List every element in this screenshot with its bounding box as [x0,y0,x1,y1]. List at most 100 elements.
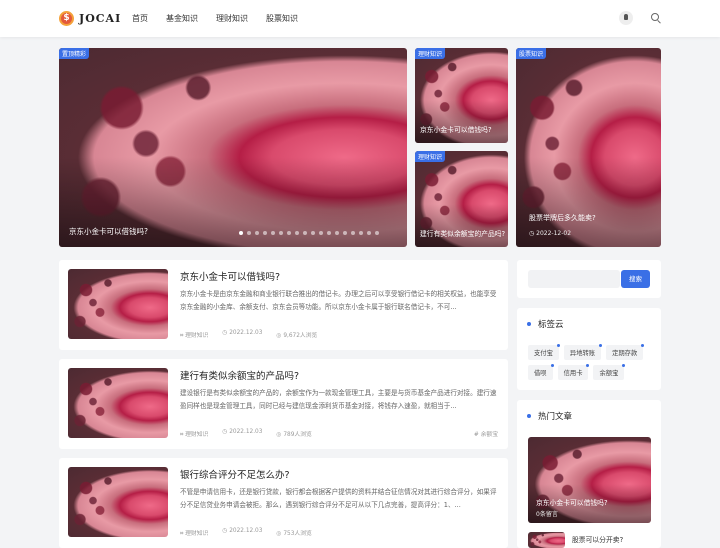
nav-item-finance[interactable]: 理财知识 [216,13,248,24]
slider-dot[interactable] [335,231,339,235]
slider-dot[interactable] [327,231,331,235]
post-excerpt: 京东小金卡是由京东金融和商业银行联合推出的借记卡。办理之后可以享受银行借记卡的相… [180,290,497,311]
hero-main-tag[interactable]: 置顶精彩 [59,48,90,59]
slider-dot[interactable] [351,231,355,235]
hero-right[interactable]: 股票知识 股票举牌后多久能卖? ◷ 2022-12-02 [516,48,661,247]
hero-right-title[interactable]: 股票举牌后多久能卖? [529,213,596,223]
hero-right-date: ◷ 2022-12-02 [529,230,572,237]
post-date-text: 2022.12.03 [229,330,263,336]
hot-post-title[interactable]: 京东小金卡可以借钱吗? [536,498,608,508]
search-input[interactable] [528,270,620,288]
tag-cloud-widget: 标签云 支付宝 异地转账 定期存款 借呗 信用卡 余额宝 [517,308,661,390]
post-views-text: 753人浏览 [283,531,312,537]
post-tag[interactable]: # 余额宝 [474,429,498,438]
nav-item-home[interactable]: 首页 [132,13,148,24]
hot-post-next-thumb[interactable] [528,532,565,548]
search-widget: 搜索 [517,260,661,298]
hot-post-item[interactable]: 京东小金卡可以借钱吗? 0条留言 [528,437,651,523]
hero-main-title[interactable]: 京东小金卡可以借钱吗? [69,227,148,237]
hero-mid-bottom-tag[interactable]: 理财知识 [415,151,446,162]
tag-cloud-title: 标签云 [527,318,564,330]
post-title[interactable]: 银行综合评分不足怎么办? [180,467,290,481]
post-thumbnail[interactable] [68,467,168,537]
site-header: $ JOCAI 首页 基金知识 理财知识 股票知识 [0,0,720,37]
post-date: ◷ 2022.12.03 [222,330,263,336]
slider-dots[interactable] [239,231,379,235]
slider-dot[interactable] [367,231,371,235]
bullet-dot-icon [527,414,531,418]
slider-dot[interactable] [303,231,307,235]
main-nav: 首页 基金知识 理财知识 股票知识 [132,13,298,24]
tag-chip[interactable]: 异地转账 [563,344,603,360]
slider-dot[interactable] [247,231,251,235]
hero-mid-bottom-title[interactable]: 建行有类似余额宝的产品吗? [420,230,506,239]
post-category-text: 理财知识 [185,432,209,438]
slider-dot[interactable] [375,231,379,235]
post-title[interactable]: 京东小金卡可以借钱吗? [180,269,280,283]
post-date: ◷ 2022.12.03 [222,429,263,435]
slider-dot[interactable] [279,231,283,235]
post-meta: ⌗ 理财知识 ◷ 2022.12.03 ◎ 789人浏览 [180,429,312,439]
post-views-text: 9,672人浏览 [283,333,318,339]
hero-main-slide[interactable]: 置顶精彩 京东小金卡可以借钱吗? [59,48,407,247]
tag-cloud-title-text: 标签云 [538,320,564,330]
slider-dot[interactable] [319,231,323,235]
tag-chip[interactable]: 余额宝 [593,364,626,380]
hot-posts-title-text: 热门文章 [538,412,573,422]
hero-mid-bottom[interactable]: 理财知识 建行有类似余额宝的产品吗? [415,151,508,247]
logo-coin-icon: $ [59,11,74,26]
post-title[interactable]: 建行有类似余额宝的产品吗? [180,368,299,382]
post-views: ◎ 753人浏览 [276,531,312,537]
slider-dot[interactable] [255,231,259,235]
site-logo[interactable]: $ JOCAI [59,10,121,27]
post-excerpt: 建设银行是有类似余额宝的产品的，余额宝作为一款现金管理工具，主要是与货币基金产品… [180,389,497,410]
slider-dot[interactable] [287,231,291,235]
post-category-text: 理财知识 [185,333,209,339]
post-category[interactable]: ⌗ 理财知识 [180,528,208,538]
post-views-text: 789人浏览 [283,432,312,438]
post-category[interactable]: ⌗ 理财知识 [180,429,208,439]
slider-dot[interactable] [311,231,315,235]
post-date: ◷ 2022.12.03 [222,528,263,534]
post-excerpt: 不管是申请信用卡，还是银行贷款，银行都会根据客户提供的资料并结合征信情况对其进行… [180,488,497,509]
slider-dot[interactable] [239,231,243,235]
slider-dot[interactable] [263,231,267,235]
post-meta: ⌗ 理财知识 ◷ 2022.12.03 ◎ 9,672人浏览 [180,330,317,340]
post-category[interactable]: ⌗ 理财知识 [180,330,208,340]
search-icon[interactable] [649,11,663,25]
search-button[interactable]: 搜索 [621,270,650,288]
hero-mid-top-tag[interactable]: 理财知识 [415,48,446,59]
tag-chip[interactable]: 信用卡 [557,364,590,380]
post-card: 京东小金卡可以借钱吗? 京东小金卡是由京东金融和商业银行联合推出的借记卡。办理之… [59,260,508,350]
logo-text: JOCAI [79,12,122,25]
tag-chip[interactable]: 借呗 [528,364,554,380]
post-date-text: 2022.12.03 [229,528,263,534]
post-thumbnail[interactable] [68,269,168,339]
slider-dot[interactable] [359,231,363,235]
hero-mid-top[interactable]: 理财知识 京东小金卡可以借钱吗? [415,48,508,143]
hero-right-tag[interactable]: 股票知识 [516,48,547,59]
tag-list: 支付宝 异地转账 定期存款 借呗 信用卡 余额宝 [528,344,654,380]
hot-posts-title: 热门文章 [527,410,572,422]
nav-item-stock[interactable]: 股票知识 [266,13,298,24]
post-views: ◎ 9,672人浏览 [276,333,318,339]
bullet-dot-icon [527,322,531,326]
post-views: ◎ 789人浏览 [276,432,312,438]
post-date-text: 2022.12.03 [229,429,263,435]
hot-posts-widget: 热门文章 京东小金卡可以借钱吗? 0条留言 股票可以分开卖? [517,400,661,548]
tag-chip[interactable]: 支付宝 [528,344,560,360]
post-card: 银行综合评分不足怎么办? 不管是申请信用卡，还是银行贷款，银行都会根据客户提供的… [59,458,508,548]
post-thumbnail[interactable] [68,368,168,438]
hero-mid-top-title[interactable]: 京东小金卡可以借钱吗? [420,125,492,135]
nav-item-fund[interactable]: 基金知识 [166,13,198,24]
slider-dot[interactable] [343,231,347,235]
post-meta: ⌗ 理财知识 ◷ 2022.12.03 ◎ 753人浏览 [180,528,312,538]
tag-chip[interactable]: 定期存款 [606,344,645,360]
slider-dot[interactable] [295,231,299,235]
slider-dot[interactable] [271,231,275,235]
hero-shade [415,100,508,143]
hot-post-next-title[interactable]: 股票可以分开卖? [572,534,623,544]
hero-shade [415,203,508,247]
lightbulb-icon[interactable] [619,11,633,25]
post-card: 建行有类似余额宝的产品吗? 建设银行是有类似余额宝的产品的，余额宝作为一款现金管… [59,359,508,449]
